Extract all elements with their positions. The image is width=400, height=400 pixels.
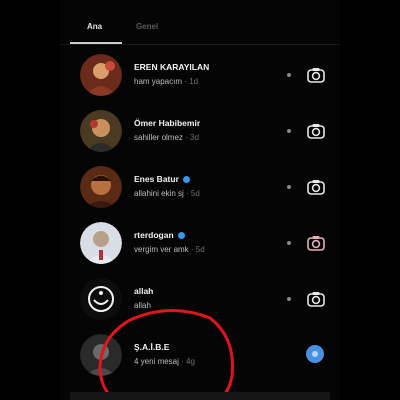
- avatar: [80, 222, 122, 264]
- thread-time: · 5d: [188, 245, 205, 254]
- camera-icon[interactable]: [306, 121, 326, 141]
- unread-dot-icon: [306, 345, 324, 363]
- separator-dot: [287, 185, 291, 189]
- camera-icon[interactable]: [306, 233, 326, 253]
- tab-general[interactable]: Genel: [136, 22, 158, 31]
- thread-time: · 3d: [182, 133, 199, 142]
- thread-preview: allahini ekin sj · 5d: [134, 189, 200, 198]
- avatar: [80, 110, 122, 152]
- bottom-bar: [70, 392, 330, 400]
- camera-icon[interactable]: [306, 177, 326, 197]
- direct-messages-screen: Ana Genel EREN KARAYILAN ham yapacım · 1…: [60, 0, 340, 400]
- thread-row[interactable]: EREN KARAYILAN ham yapacım · 1d: [60, 50, 340, 100]
- thread-row[interactable]: Ömer Habibemir sahiller olmez · 3d: [60, 106, 340, 156]
- avatar: [80, 334, 122, 376]
- tab-primary[interactable]: Ana: [87, 22, 102, 31]
- separator-dot: [287, 73, 291, 77]
- thread-row[interactable]: rterdogan vergim ver amk · 5d: [60, 218, 340, 268]
- camera-icon[interactable]: [306, 289, 326, 309]
- thread-preview: 4 yeni mesaj · 4g: [134, 357, 195, 366]
- avatar: [80, 166, 122, 208]
- inbox-tabs: Ana Genel: [60, 0, 340, 46]
- thread-time: · 1d: [182, 77, 199, 86]
- thread-time: · 5d: [183, 189, 200, 198]
- thread-row[interactable]: Enes Batur allahini ekin sj · 5d: [60, 162, 340, 212]
- thread-time: · 4g: [178, 357, 195, 366]
- separator-dot: [287, 129, 291, 133]
- camera-icon[interactable]: [306, 65, 326, 85]
- thread-row[interactable]: allah allah: [60, 274, 340, 324]
- thread-name: allah: [134, 286, 154, 296]
- tabs-divider: [60, 44, 340, 45]
- thread-name: Enes Batur: [134, 174, 190, 184]
- avatar: [80, 54, 122, 96]
- verified-badge-icon: [182, 176, 190, 183]
- thread-preview: allah: [134, 301, 151, 310]
- separator-dot: [287, 297, 291, 301]
- avatar: [80, 278, 122, 320]
- thread-name: rterdogan: [134, 230, 185, 240]
- thread-preview: sahiller olmez · 3d: [134, 133, 199, 142]
- separator-dot: [287, 241, 291, 245]
- verified-badge-icon: [177, 232, 185, 239]
- thread-name: Ömer Habibemir: [134, 118, 201, 128]
- thread-name: EREN KARAYILAN: [134, 62, 210, 72]
- thread-preview: ham yapacım · 1d: [134, 77, 199, 86]
- thread-name: Ş.A.İ.B.E: [134, 342, 170, 352]
- thread-preview: vergim ver amk · 5d: [134, 245, 205, 254]
- thread-row[interactable]: Ş.A.İ.B.E 4 yeni mesaj · 4g: [60, 330, 340, 380]
